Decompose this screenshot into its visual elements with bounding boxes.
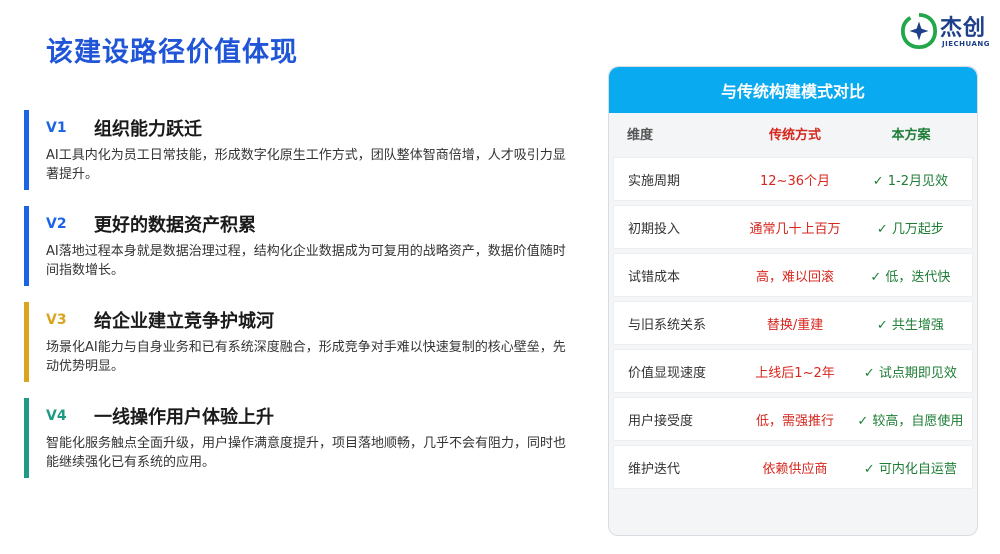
value-item-v1: V1 组织能力跃迁 AI工具内化为员工日常技能，形成数字化原生工作方式，团队整体… [24,110,584,206]
header-traditional: 传统方式 [768,127,821,143]
value-description: AI工具内化为员工日常技能，形成数字化原生工作方式，团队整体智商倍增，人才吸引力… [46,148,566,182]
value-list: V1 组织能力跃迁 AI工具内化为员工日常技能，形成数字化原生工作方式，团队整体… [24,110,584,494]
row-our-solution: ✓ 较高，自愿使用 [857,413,964,429]
value-accent-bar [24,110,29,190]
row-our-solution: ✓ 几万起步 [876,221,944,237]
row-dimension: 试错成本 [628,269,681,285]
table-row: 实施周期 12~36个月 ✓ 1-2月见效 [613,157,973,201]
table-row: 与旧系统关系 替换/重建 ✓ 共生增强 [613,301,973,345]
row-our-solution: ✓ 1-2月见效 [872,173,948,189]
row-our-solution: ✓ 低，迭代快 [870,269,951,285]
row-traditional: 12~36个月 [760,173,830,189]
value-item-v2: V2 更好的数据资产积累 AI落地过程本身就是数据治理过程，结构化企业数据成为可… [24,206,584,302]
value-code: V1 [46,120,67,136]
comparison-header-row: 维度 传统方式 本方案 [609,113,977,153]
value-title: 一线操作用户体验上升 [94,407,274,428]
row-our-solution: ✓ 共生增强 [876,317,944,333]
table-row: 用户接受度 低，需强推行 ✓ 较高，自愿使用 [613,397,973,441]
row-dimension: 与旧系统关系 [628,317,707,333]
value-accent-bar [24,398,29,478]
company-logo: 杰创 JIECHUANG [896,8,996,58]
row-traditional: 替换/重建 [766,317,824,333]
value-item-v4: V4 一线操作用户体验上升 智能化服务触点全面升级，用户操作满意度提升，项目落地… [24,398,584,494]
table-row: 试错成本 高，难以回滚 ✓ 低，迭代快 [613,253,973,297]
value-accent-bar [24,206,29,286]
row-our-solution: ✓ 试点期即见效 [863,365,957,381]
table-row: 初期投入 通常几十上百万 ✓ 几万起步 [613,205,973,249]
comparison-card: 与传统构建模式对比 维度 传统方式 本方案 实施周期 12~36个月 ✓ 1-2… [608,66,978,536]
value-description: 场景化AI能力与自身业务和已有系统深度融合，形成竞争对手难以快速复制的核心壁垒，… [46,340,566,374]
row-dimension: 初期投入 [628,221,681,237]
value-item-v3: V3 给企业建立竞争护城河 场景化AI能力与自身业务和已有系统深度融合，形成竞争… [24,302,584,398]
row-dimension: 实施周期 [628,173,681,189]
page-title: 该建设路径价值体现 [46,37,298,68]
header-dimension: 维度 [627,127,654,143]
row-traditional: 依赖供应商 [762,461,828,477]
value-accent-bar [24,302,29,382]
value-code: V4 [46,408,67,424]
row-dimension: 用户接受度 [628,413,694,429]
logo-subtitle: JIECHUANG [942,40,990,48]
row-our-solution: ✓ 可内化自运营 [863,461,957,477]
value-description: 智能化服务触点全面升级，用户操作满意度提升，项目落地顺畅，几乎不会有阻力，同时也… [46,436,567,470]
comparison-title: 与传统构建模式对比 [609,67,977,113]
value-title: 给企业建立竞争护城河 [94,311,274,332]
value-description: AI落地过程本身就是数据治理过程，结构化企业数据成为可复用的战略资产，数据价值随… [46,244,566,278]
row-dimension: 维护迭代 [628,461,681,477]
row-traditional: 上线后1~2年 [755,365,835,381]
row-dimension: 价值显现速度 [628,365,707,381]
table-row: 价值显现速度 上线后1~2年 ✓ 试点期即见效 [613,349,973,393]
row-traditional: 高，难以回滚 [756,269,835,285]
value-code: V2 [46,216,67,232]
header-our-solution: 本方案 [891,127,931,143]
table-row: 维护迭代 依赖供应商 ✓ 可内化自运营 [613,445,973,489]
logo-name: 杰创 [940,16,987,41]
jiechuang-logo-icon [900,12,938,50]
value-code: V3 [46,312,67,328]
comparison-rows: 实施周期 12~36个月 ✓ 1-2月见效 初期投入 通常几十上百万 ✓ 几万起… [609,153,977,489]
row-traditional: 低，需强推行 [756,413,835,429]
value-title: 组织能力跃迁 [94,119,202,140]
value-title: 更好的数据资产积累 [94,215,256,236]
row-traditional: 通常几十上百万 [749,221,841,237]
